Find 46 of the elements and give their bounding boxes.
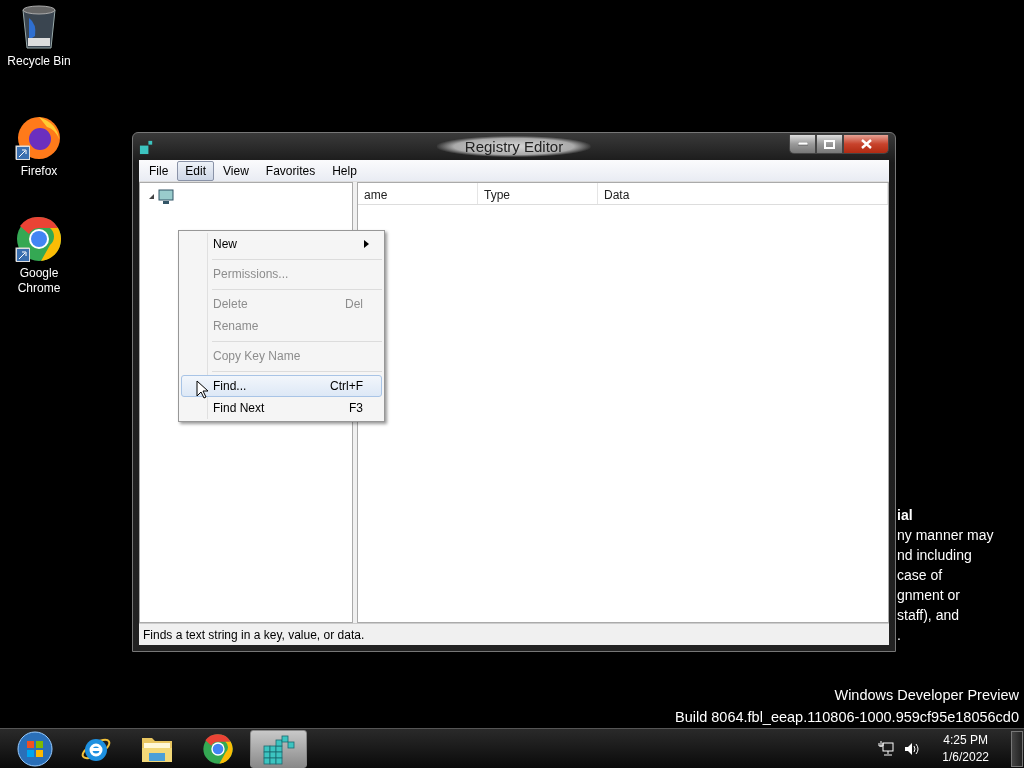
network-icon[interactable] (878, 741, 895, 756)
desktop-icon-label[interactable]: Recycle Bin (4, 54, 74, 69)
close-icon (860, 139, 872, 149)
column-header[interactable]: Data (598, 183, 888, 204)
build-info-text: Build 8064.fbl_eeap.110806-1000.959cf95e18056cd0 (675, 708, 1019, 727)
background-text: staff), and (897, 606, 960, 625)
maximize-icon (824, 139, 835, 149)
menu-item[interactable]: Edit (177, 160, 215, 181)
background-text: ial (897, 506, 914, 525)
minimize-icon (797, 142, 808, 146)
registry-cubes-icon (139, 138, 155, 155)
window-title: Registry Editor (436, 136, 592, 157)
column-header[interactable]: Type (478, 183, 598, 204)
mouse-cursor-icon (196, 380, 208, 399)
build-info-text: Windows Developer Preview (834, 686, 1019, 705)
menu-entry[interactable]: Find Next F3 (181, 397, 382, 419)
menu-item[interactable]: Favorites (257, 160, 324, 181)
menu-item[interactable]: File (141, 160, 177, 181)
expanded-arrow-icon[interactable] (148, 193, 155, 200)
desktop-icon-label[interactable]: Firefox (4, 164, 74, 179)
background-text: ny manner may (897, 526, 994, 545)
recycle-bin-icon[interactable] (19, 4, 59, 50)
desktop-icon-label[interactable]: Google Chrome (4, 266, 74, 296)
menu-item[interactable]: Help (324, 160, 365, 181)
status-bar: Finds a text string in a key, value, or data. (139, 623, 889, 645)
maximize-button[interactable] (816, 135, 843, 154)
background-text: . (897, 626, 902, 645)
show-desktop-button[interactable] (1011, 730, 1023, 767)
start-orb-icon[interactable] (16, 730, 53, 767)
menu-entry[interactable]: New (181, 233, 382, 255)
computer-icon (158, 189, 174, 205)
clock-date: 1/6/2022 (942, 748, 989, 766)
submenu-arrow-icon (364, 240, 369, 248)
menu-entry[interactable]: Find... Ctrl+F (181, 375, 382, 397)
chrome-icon[interactable] (201, 732, 234, 765)
taskbar-button[interactable] (250, 729, 307, 768)
speaker-icon[interactable] (904, 741, 921, 756)
background-text: gnment or (897, 586, 962, 605)
background-text: nd including (897, 546, 973, 565)
column-header[interactable]: ame (358, 183, 478, 204)
menu-item[interactable]: View (215, 160, 257, 181)
clock[interactable]: 4:25 PM 1/6/2022 (942, 731, 989, 766)
minimize-button[interactable] (789, 135, 816, 154)
background-text: case of (897, 566, 944, 585)
clock-time: 4:25 PM (943, 731, 988, 749)
close-button[interactable] (843, 135, 889, 154)
